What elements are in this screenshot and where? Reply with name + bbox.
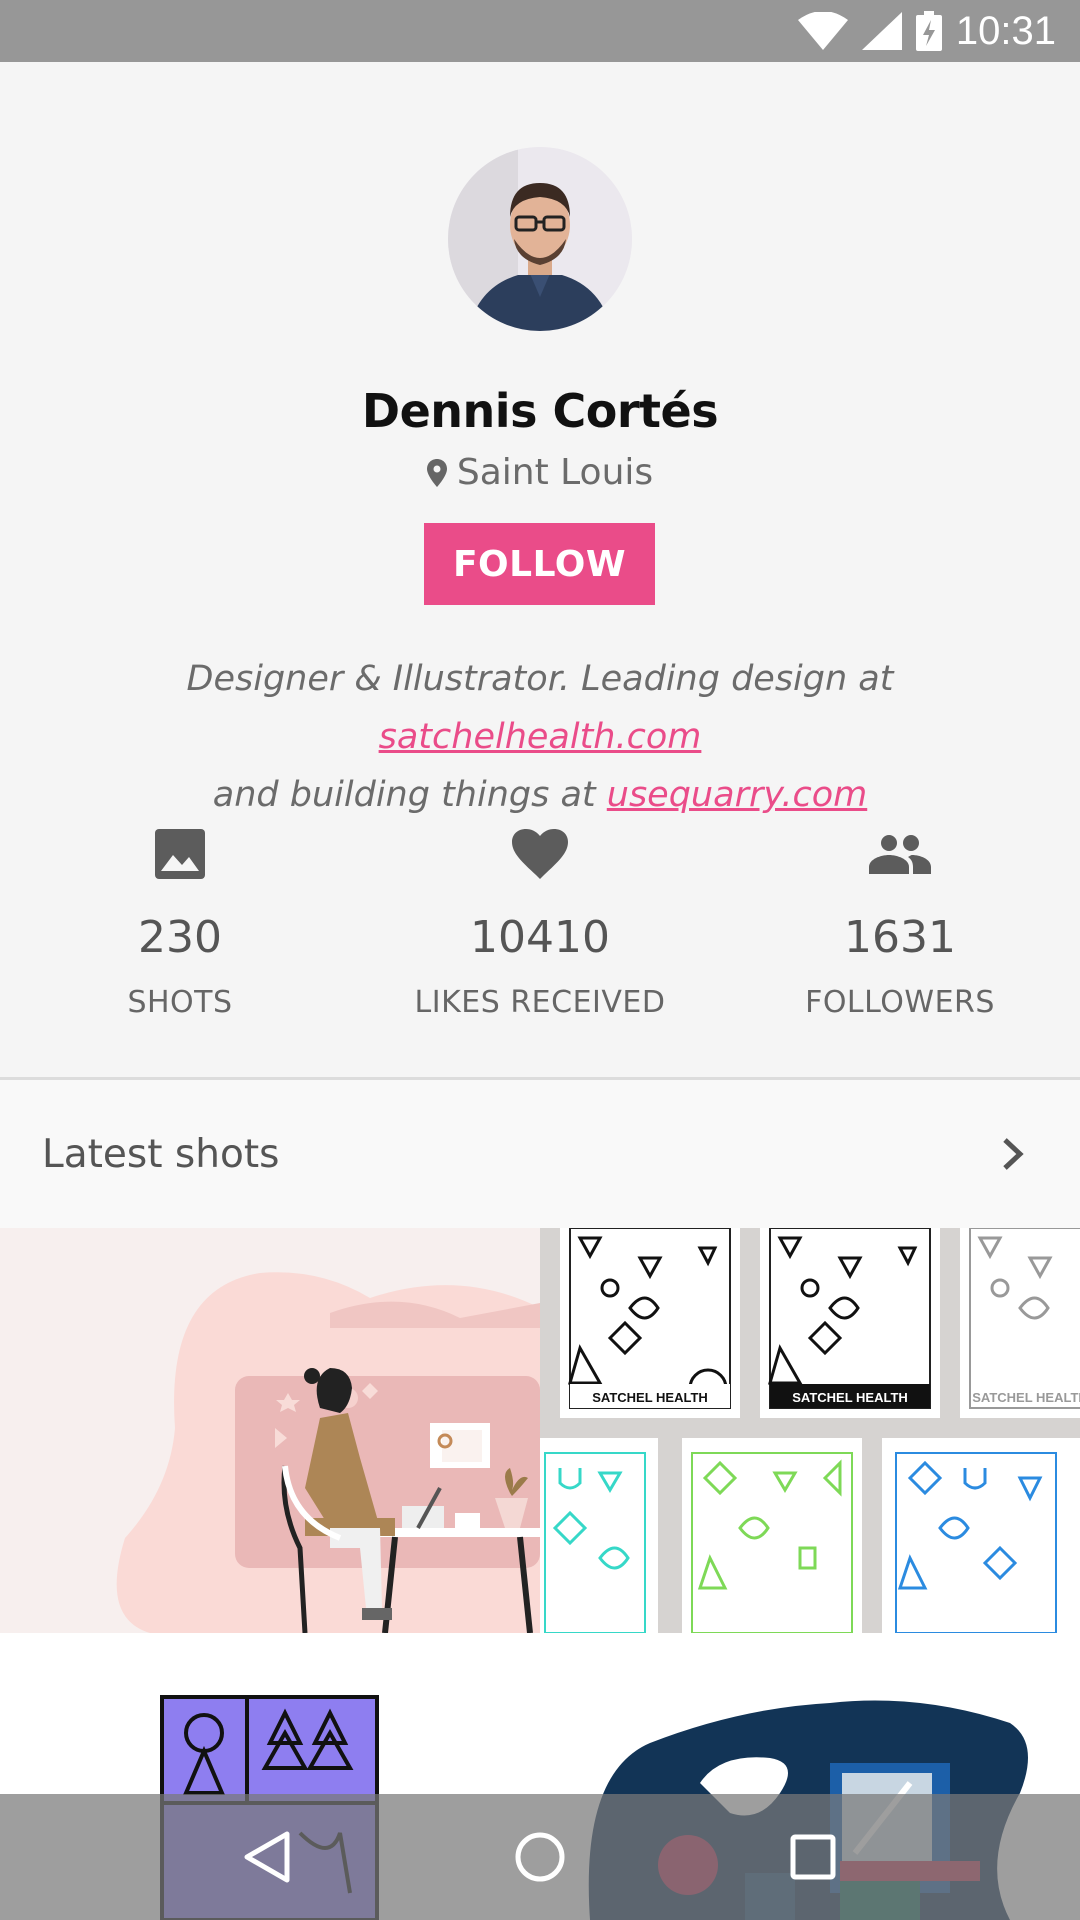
back-icon bbox=[244, 1831, 290, 1883]
shot-satchel-health-pattern-cards[interactable]: SATCHEL HEALTH SATCHEL HEALTH SATCHEL HE… bbox=[540, 1228, 1080, 1633]
people-icon bbox=[869, 826, 931, 882]
heart-icon bbox=[512, 826, 568, 882]
card-label: SATCHEL HEALTH bbox=[792, 1390, 908, 1405]
image-icon bbox=[155, 826, 205, 882]
recents-button[interactable] bbox=[763, 1807, 863, 1907]
bio: Designer & Illustrator. Leading design a… bbox=[30, 650, 1050, 824]
status-bar: 10:31 bbox=[0, 0, 1080, 62]
latest-shots-title: Latest shots bbox=[42, 1131, 280, 1177]
battery-charging-icon bbox=[915, 11, 942, 51]
card-label: SATCHEL HEALTH bbox=[972, 1390, 1080, 1405]
bio-link-usequarry[interactable]: usequarry.com bbox=[607, 775, 867, 815]
follow-button[interactable]: FOLLOW bbox=[424, 523, 655, 605]
shot-illustration-woman-at-desk[interactable] bbox=[0, 1228, 540, 1633]
signal-icon bbox=[861, 12, 902, 50]
card-label: SATCHEL HEALTH bbox=[592, 1390, 708, 1405]
stat-value: 10410 bbox=[470, 912, 610, 963]
stat-value: 1631 bbox=[844, 912, 956, 963]
location-text: Saint Louis bbox=[456, 452, 654, 493]
avatar bbox=[448, 147, 632, 331]
stat-label: SHOTS bbox=[127, 985, 233, 1020]
bio-link-satchelhealth[interactable]: satchelhealth.com bbox=[379, 717, 702, 757]
chevron-right-icon[interactable] bbox=[1002, 1137, 1024, 1171]
wifi-icon bbox=[797, 12, 848, 50]
stat-label: FOLLOWERS bbox=[805, 985, 995, 1020]
recents-icon bbox=[790, 1834, 836, 1880]
home-icon bbox=[515, 1832, 565, 1882]
home-button[interactable] bbox=[490, 1807, 590, 1907]
location-pin-icon bbox=[426, 458, 447, 487]
bio-text-1: Designer & Illustrator. Leading design a… bbox=[186, 659, 894, 699]
stat-label: LIKES RECEIVED bbox=[414, 985, 666, 1020]
status-time: 10:31 bbox=[955, 8, 1056, 53]
stat-followers[interactable]: 1631 FOLLOWERS bbox=[720, 826, 1080, 1020]
stats-row: 230 SHOTS 10410 LIKES RECEIVED 1631 FOLL… bbox=[0, 826, 1080, 1020]
bio-text-2: and building things at bbox=[212, 775, 607, 815]
navigation-bar bbox=[0, 1794, 1080, 1920]
location: Saint Louis bbox=[0, 452, 1080, 493]
profile-name: Dennis Cortés bbox=[361, 384, 719, 438]
latest-shots-header[interactable]: Latest shots bbox=[0, 1080, 1080, 1228]
stat-value: 230 bbox=[138, 912, 222, 963]
back-button[interactable] bbox=[217, 1807, 317, 1907]
stat-likes[interactable]: 10410 LIKES RECEIVED bbox=[360, 826, 720, 1020]
stat-shots[interactable]: 230 SHOTS bbox=[0, 826, 360, 1020]
